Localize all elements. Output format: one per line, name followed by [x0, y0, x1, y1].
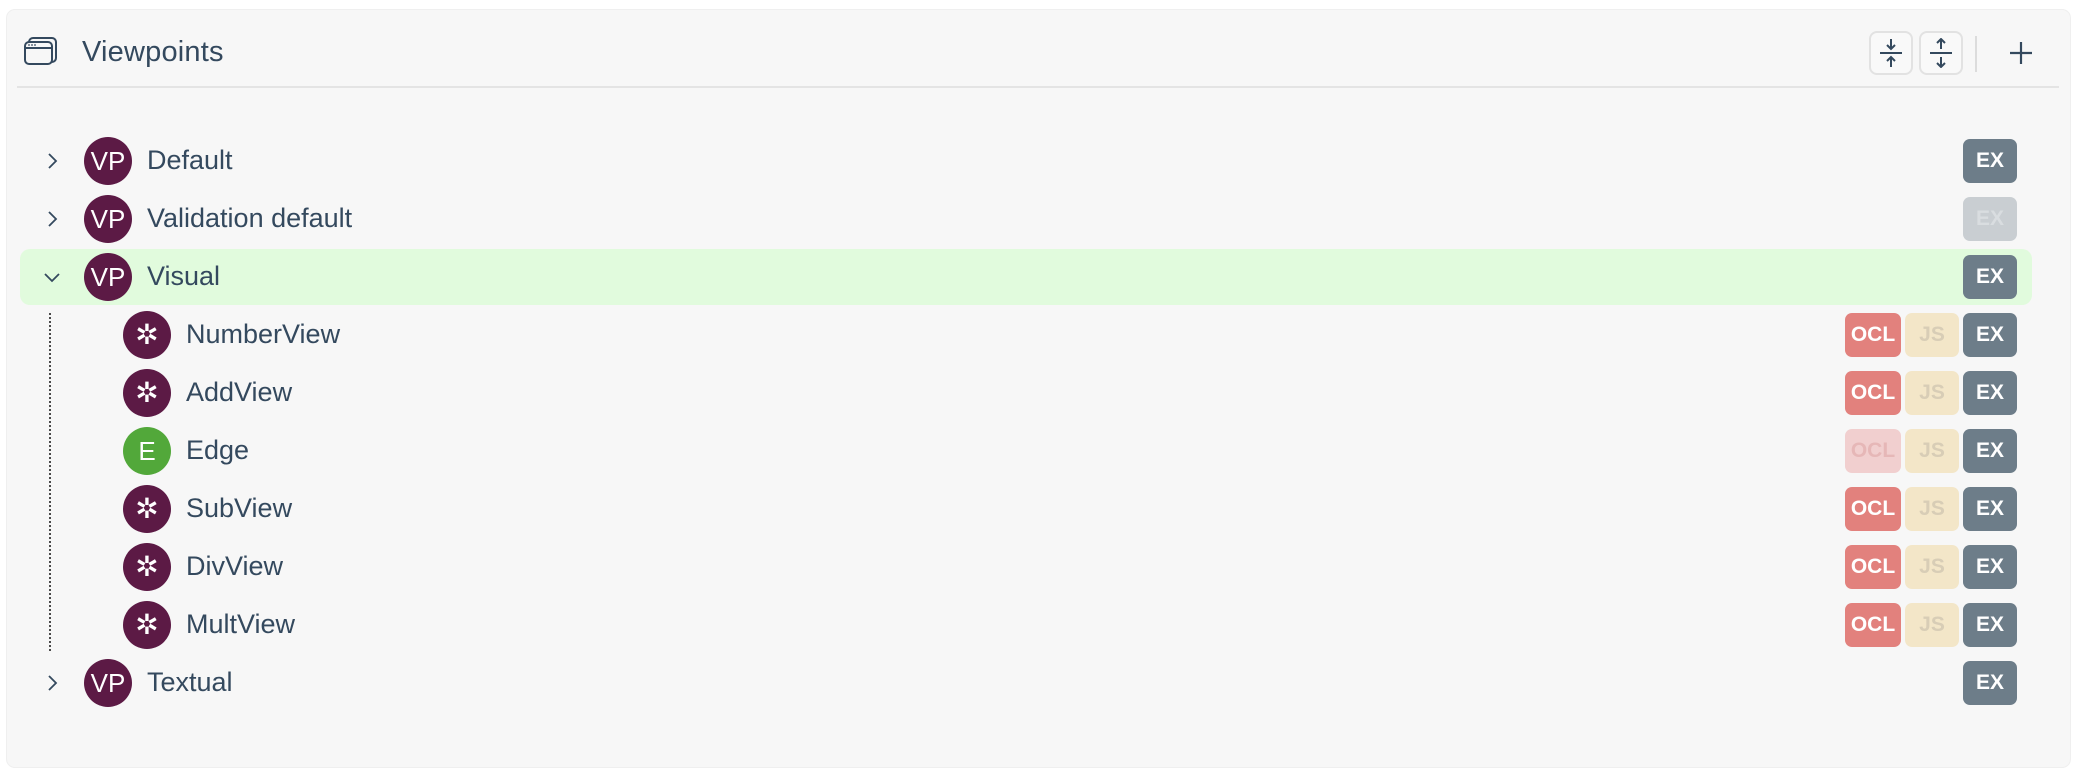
tree-item-label: DivView — [186, 551, 284, 581]
tree-item-default[interactable]: VP Default EX — [20, 133, 2032, 189]
tree-item-divview[interactable]: ✲ DivView OCL JS EX — [20, 539, 2032, 595]
asterisk-icon: ✲ — [135, 493, 159, 524]
ex-badge[interactable]: EX — [1963, 661, 2017, 705]
tree-item-numberview[interactable]: ✲ NumberView OCL JS EX — [20, 307, 2032, 363]
tree-item-label: AddView — [186, 377, 293, 407]
ex-badge[interactable]: EX — [1963, 313, 2017, 357]
chevron-right-icon[interactable] — [42, 209, 62, 229]
tree-item-label: Validation default — [147, 203, 353, 233]
chevron-right-icon[interactable] — [42, 151, 62, 171]
tree-item-multview[interactable]: ✲ MultView OCL JS EX — [20, 597, 2032, 653]
chevron-down-icon[interactable] — [42, 267, 62, 287]
ex-badge[interactable]: EX — [1963, 545, 2017, 589]
js-badge[interactable]: JS — [1905, 429, 1959, 473]
ocl-badge[interactable]: OCL — [1845, 429, 1901, 473]
avatar: VP — [84, 195, 132, 243]
edge-avatar: E — [123, 427, 171, 475]
js-badge[interactable]: JS — [1905, 371, 1959, 415]
avatar: VP — [84, 659, 132, 707]
tree-item-label: Default — [147, 145, 233, 175]
js-badge[interactable]: JS — [1905, 313, 1959, 357]
plus-icon — [2010, 42, 2032, 64]
ex-badge[interactable]: EX — [1963, 139, 2017, 183]
view-avatar: ✲ — [123, 601, 171, 649]
collapse-all-button[interactable] — [1869, 31, 1913, 75]
tree-item-edge[interactable]: E Edge OCL JS EX — [20, 423, 2032, 479]
header-divider — [1975, 36, 1977, 72]
avatar: VP — [84, 137, 132, 185]
ocl-badge[interactable]: OCL — [1845, 487, 1901, 531]
tree-item-label: Visual — [147, 261, 221, 291]
view-avatar: ✲ — [123, 311, 171, 359]
expand-all-button[interactable] — [1919, 31, 1963, 75]
ex-badge[interactable]: EX — [1963, 255, 2017, 299]
asterisk-icon: ✲ — [135, 551, 159, 582]
js-badge[interactable]: JS — [1905, 603, 1959, 647]
collapse-icon — [1880, 39, 1902, 67]
view-avatar: ✲ — [123, 485, 171, 533]
tree-item-label: Edge — [186, 435, 250, 465]
tree-item-validation-default[interactable]: VP Validation default EX — [20, 191, 2032, 247]
ex-badge[interactable]: EX — [1963, 429, 2017, 473]
tree-item-subview[interactable]: ✲ SubView OCL JS EX — [20, 481, 2032, 537]
ex-badge[interactable]: EX — [1963, 197, 2017, 241]
tree-item-label: NumberView — [186, 319, 341, 349]
ocl-badge[interactable]: OCL — [1845, 313, 1901, 357]
ex-badge[interactable]: EX — [1963, 371, 2017, 415]
tree-item-addview[interactable]: ✲ AddView OCL JS EX — [20, 365, 2032, 421]
js-badge[interactable]: JS — [1905, 487, 1959, 531]
window-icon — [24, 37, 57, 65]
panel-header: Viewpoints — [17, 22, 2059, 88]
tree-item-label: SubView — [186, 493, 293, 523]
asterisk-icon: ✲ — [135, 319, 159, 350]
add-button[interactable] — [1999, 31, 2043, 75]
ex-badge[interactable]: EX — [1963, 487, 2017, 531]
ex-badge[interactable]: EX — [1963, 603, 2017, 647]
chevron-right-icon[interactable] — [42, 673, 62, 693]
ocl-badge[interactable]: OCL — [1845, 545, 1901, 589]
js-badge[interactable]: JS — [1905, 545, 1959, 589]
avatar: VP — [84, 253, 132, 301]
tree-item-label: MultView — [186, 609, 296, 639]
ocl-badge[interactable]: OCL — [1845, 603, 1901, 647]
tree-item-textual[interactable]: VP Textual EX — [20, 655, 2032, 711]
tree-item-visual[interactable]: VP Visual EX — [20, 249, 2032, 305]
view-avatar: ✲ — [123, 369, 171, 417]
page-title: Viewpoints — [82, 36, 224, 68]
asterisk-icon: ✲ — [135, 377, 159, 408]
ocl-badge[interactable]: OCL — [1845, 371, 1901, 415]
asterisk-icon: ✲ — [135, 609, 159, 640]
view-avatar: ✲ — [123, 543, 171, 591]
expand-icon — [1930, 38, 1952, 68]
tree-item-label: Textual — [147, 667, 233, 697]
